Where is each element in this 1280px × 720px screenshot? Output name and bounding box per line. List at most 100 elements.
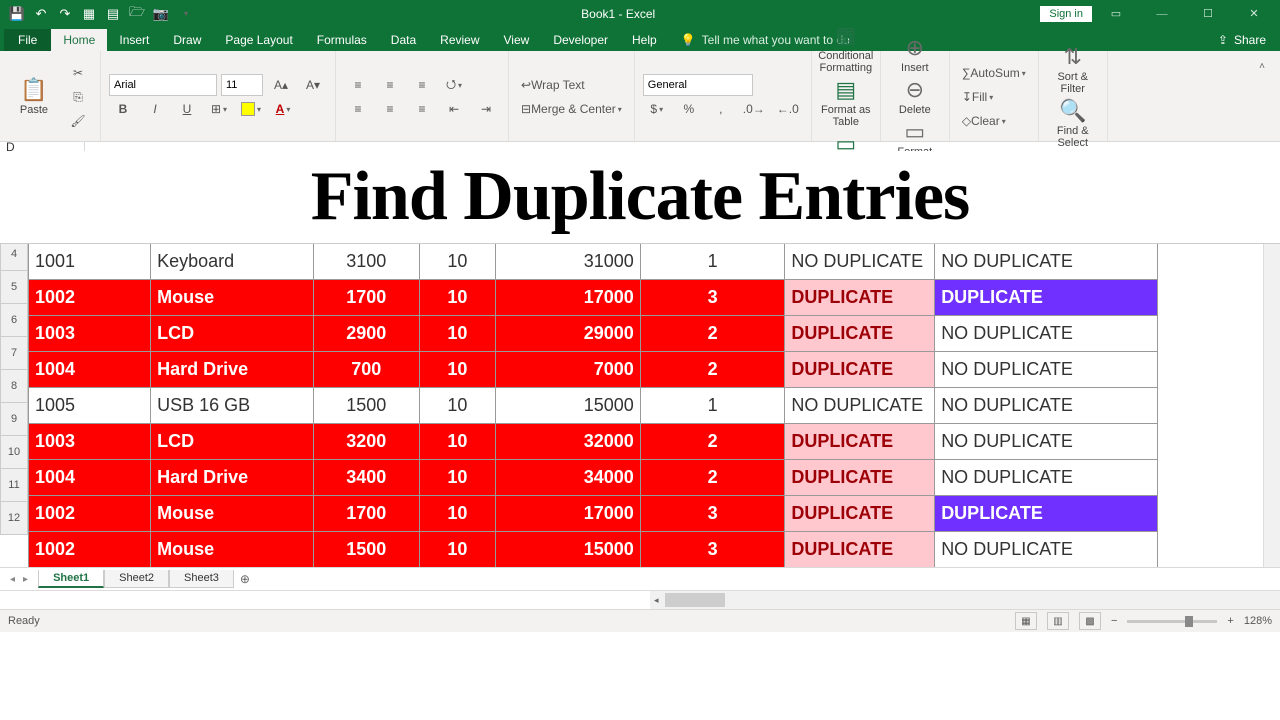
cell[interactable]: 1002 — [29, 532, 151, 568]
cell[interactable]: 15000 — [496, 532, 641, 568]
cell[interactable]: Hard Drive — [151, 352, 314, 388]
tab-home[interactable]: Home — [51, 29, 107, 51]
cell[interactable]: 17000 — [496, 280, 641, 316]
underline-button[interactable]: U — [173, 98, 201, 120]
cell[interactable]: DUPLICATE — [785, 532, 935, 568]
cell[interactable]: 1005 — [29, 388, 151, 424]
cell[interactable]: 2 — [640, 424, 785, 460]
row-header[interactable]: 6 — [0, 304, 28, 337]
align-left-icon[interactable]: ≡ — [344, 98, 372, 120]
bold-button[interactable]: B — [109, 98, 137, 120]
cell[interactable]: Mouse — [151, 496, 314, 532]
cell[interactable]: Mouse — [151, 280, 314, 316]
borders-button[interactable]: ⊞ — [205, 98, 233, 120]
undo-icon[interactable]: ↶ — [30, 3, 52, 25]
next-sheet-icon[interactable]: ▸ — [23, 574, 28, 585]
tab-help[interactable]: Help — [620, 29, 669, 51]
accounting-icon[interactable]: $ — [643, 98, 671, 120]
cell[interactable]: 32000 — [496, 424, 641, 460]
cell[interactable]: Mouse — [151, 532, 314, 568]
cell[interactable]: Keyboard — [151, 244, 314, 280]
tab-file[interactable]: File — [4, 29, 51, 51]
font-size-input[interactable] — [221, 74, 263, 96]
decrease-decimal-icon[interactable]: ←.0 — [773, 98, 803, 120]
grow-font-icon[interactable]: A▴ — [267, 74, 295, 96]
cell[interactable]: DUPLICATE — [785, 352, 935, 388]
cell[interactable]: DUPLICATE — [785, 496, 935, 532]
cell[interactable]: LCD — [151, 316, 314, 352]
sort-filter-button[interactable]: ⇅Sort & Filter — [1047, 45, 1099, 95]
share-button[interactable]: ⇪Share — [1204, 29, 1280, 51]
cell[interactable]: 1004 — [29, 460, 151, 496]
cell[interactable]: DUPLICATE — [785, 460, 935, 496]
cell[interactable]: 10 — [419, 316, 495, 352]
fill-color-button[interactable] — [237, 98, 265, 120]
cell[interactable]: 1700 — [313, 496, 419, 532]
cell[interactable]: 10 — [419, 496, 495, 532]
cell[interactable]: NO DUPLICATE — [935, 352, 1158, 388]
cell[interactable]: Hard Drive — [151, 460, 314, 496]
row-header[interactable]: 10 — [0, 436, 28, 469]
zoom-out-button[interactable]: − — [1111, 615, 1117, 627]
clear-button[interactable]: ◇ Clear — [958, 110, 1010, 132]
qat-customize-icon[interactable] — [174, 3, 196, 25]
cell[interactable]: 2 — [640, 460, 785, 496]
cell[interactable]: 1500 — [313, 532, 419, 568]
normal-view-icon[interactable]: ▦ — [1015, 612, 1037, 630]
cell[interactable]: 10 — [419, 388, 495, 424]
cell[interactable]: 10 — [419, 280, 495, 316]
cell[interactable]: 31000 — [496, 244, 641, 280]
find-select-button[interactable]: 🔍Find & Select — [1047, 99, 1099, 149]
sheet-tab[interactable]: Sheet2 — [104, 570, 169, 588]
cell[interactable]: DUPLICATE — [935, 496, 1158, 532]
tab-developer[interactable]: Developer — [541, 29, 620, 51]
cell[interactable]: 29000 — [496, 316, 641, 352]
cell[interactable]: NO DUPLICATE — [785, 388, 935, 424]
zoom-slider[interactable] — [1127, 620, 1217, 623]
row-header[interactable]: 9 — [0, 403, 28, 436]
cell[interactable]: 1003 — [29, 424, 151, 460]
sign-in-button[interactable]: Sign in — [1040, 6, 1092, 22]
page-layout-view-icon[interactable]: ▥ — [1047, 612, 1069, 630]
cell[interactable]: DUPLICATE — [785, 280, 935, 316]
sheet-tab[interactable]: Sheet1 — [38, 570, 104, 588]
page-break-view-icon[interactable]: ▩ — [1079, 612, 1101, 630]
cell[interactable]: 1002 — [29, 496, 151, 532]
camera-icon[interactable]: 📷 — [150, 3, 172, 25]
cell[interactable]: 7000 — [496, 352, 641, 388]
font-color-button[interactable]: A — [269, 98, 297, 120]
sheet-nav[interactable]: ◂▸ — [0, 574, 38, 585]
cell[interactable]: NO DUPLICATE — [935, 424, 1158, 460]
cell[interactable]: 3 — [640, 496, 785, 532]
cell[interactable]: 1700 — [313, 280, 419, 316]
align-top-icon[interactable]: ≡ — [344, 74, 372, 96]
cell[interactable]: 2900 — [313, 316, 419, 352]
cell[interactable]: 10 — [419, 460, 495, 496]
close-icon[interactable]: ✕ — [1232, 0, 1276, 27]
cell[interactable]: 15000 — [496, 388, 641, 424]
italic-button[interactable]: I — [141, 98, 169, 120]
copy-icon[interactable]: ⎘ — [64, 86, 92, 108]
wrap-text-button[interactable]: ↩ Wrap Text — [517, 74, 589, 96]
maximize-icon[interactable]: ☐ — [1186, 0, 1230, 27]
cell[interactable]: DUPLICATE — [785, 316, 935, 352]
align-right-icon[interactable]: ≡ — [408, 98, 436, 120]
number-format-input[interactable] — [643, 74, 753, 96]
cell[interactable]: 2 — [640, 316, 785, 352]
fill-button[interactable]: ↧ Fill — [958, 86, 997, 108]
percent-icon[interactable]: % — [675, 98, 703, 120]
tab-draw[interactable]: Draw — [161, 29, 213, 51]
open-icon[interactable]: 🗁 — [126, 3, 148, 25]
row-header[interactable]: 7 — [0, 337, 28, 370]
increase-decimal-icon[interactable]: .0→ — [739, 98, 769, 120]
tab-review[interactable]: Review — [428, 29, 491, 51]
cell[interactable]: USB 16 GB — [151, 388, 314, 424]
cell[interactable]: 3100 — [313, 244, 419, 280]
sheet-tab[interactable]: Sheet3 — [169, 570, 234, 588]
new-icon[interactable]: ▦ — [78, 3, 100, 25]
zoom-level[interactable]: 128% — [1244, 615, 1272, 627]
cell[interactable]: NO DUPLICATE — [785, 244, 935, 280]
shrink-font-icon[interactable]: A▾ — [299, 74, 327, 96]
cell[interactable]: NO DUPLICATE — [935, 532, 1158, 568]
cell[interactable]: 17000 — [496, 496, 641, 532]
